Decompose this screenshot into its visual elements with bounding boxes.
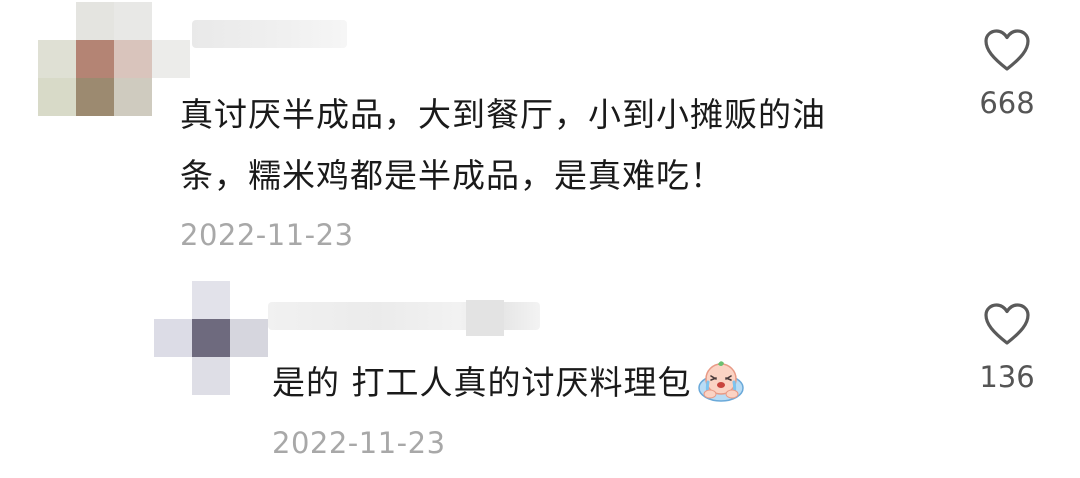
comment-text-line: 真讨厌半成品，大到餐厅，小到小摊贩的油 <box>180 95 826 134</box>
like-button[interactable]: 136 <box>962 302 1052 394</box>
avatar[interactable] <box>38 2 190 116</box>
crying-face-emoji-icon <box>697 360 744 402</box>
username-blurred[interactable] <box>192 20 347 48</box>
comment-date: 2022-11-23 <box>272 426 446 460</box>
heart-outline-icon[interactable] <box>983 28 1031 72</box>
avatar[interactable] <box>154 281 268 395</box>
like-count: 136 <box>979 360 1035 394</box>
comment-text: 真讨厌半成品，大到餐厅，小到小摊贩的油 条，糯米鸡都是半成品，是真难吃！ <box>180 84 940 206</box>
comment-text-line: 是的 打工人真的讨厌料理包 <box>272 363 692 402</box>
like-count: 668 <box>979 86 1035 120</box>
like-button[interactable]: 668 <box>962 28 1052 120</box>
comment-text: 是的 打工人真的讨厌料理包 <box>272 352 872 413</box>
username-blur-block <box>466 300 504 336</box>
comment-text-line: 条，糯米鸡都是半成品，是真难吃！ <box>180 156 724 195</box>
heart-outline-icon[interactable] <box>983 302 1031 346</box>
reply-item: 是的 打工人真的讨厌料理包 2022-11-23 136 <box>0 270 1080 478</box>
comment-date: 2022-11-23 <box>180 218 354 252</box>
comment-list: 真讨厌半成品，大到餐厅，小到小摊贩的油 条，糯米鸡都是半成品，是真难吃！ 202… <box>0 0 1080 478</box>
comment-item: 真讨厌半成品，大到餐厅，小到小摊贩的油 条，糯米鸡都是半成品，是真难吃！ 202… <box>0 0 1080 260</box>
